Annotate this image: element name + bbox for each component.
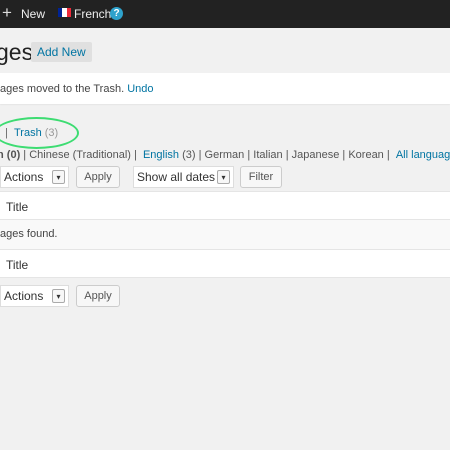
date-filter-select[interactable]: Show all dates ▾: [133, 166, 234, 188]
notice-text: ages moved to the Trash.: [0, 83, 125, 95]
page-title: ges: [0, 39, 34, 65]
lang-chinese-traditional[interactable]: Chinese (Traditional): [29, 149, 131, 161]
bulk-actions-value: Actions: [4, 170, 44, 184]
new-content-link[interactable]: New: [21, 7, 45, 21]
lang-all[interactable]: All languages: [396, 149, 450, 161]
lang-prefix-count: (0): [6, 149, 21, 161]
highlight-circle: [0, 117, 79, 149]
language-filter: n (0) | Chinese (Traditional) | English …: [0, 149, 450, 161]
empty-message: ages found.: [0, 228, 58, 240]
add-new-button[interactable]: Add New: [31, 42, 92, 62]
lang-japanese[interactable]: Japanese: [292, 149, 340, 161]
date-filter-value: Show all dates: [137, 170, 216, 184]
bulk-actions-value: Actions: [4, 289, 44, 303]
undo-link[interactable]: Undo: [127, 83, 153, 95]
title-column-footer[interactable]: Title: [6, 258, 28, 272]
lang-german[interactable]: German: [205, 149, 245, 161]
admin-bar: + New French ?: [0, 0, 450, 28]
lang-italian[interactable]: Italian: [253, 149, 282, 161]
bulk-actions-select-bottom[interactable]: Actions ▾: [0, 285, 69, 307]
table-footer: Title: [0, 249, 450, 278]
chevron-down-icon: ▾: [52, 170, 65, 184]
chevron-down-icon: ▾: [217, 170, 230, 184]
lang-prefix: n: [0, 149, 4, 161]
apply-button-top[interactable]: Apply: [76, 166, 120, 188]
lang-english[interactable]: English: [143, 149, 179, 161]
title-column-header[interactable]: Title: [6, 200, 28, 214]
apply-button-bottom[interactable]: Apply: [76, 285, 120, 307]
lang-english-count: (3): [182, 149, 196, 161]
table-header: Title: [0, 191, 450, 220]
lang-korean[interactable]: Korean: [348, 149, 383, 161]
help-icon[interactable]: ?: [110, 7, 123, 20]
bulk-actions-select-top[interactable]: Actions ▾: [0, 166, 69, 188]
plus-icon[interactable]: +: [2, 3, 12, 23]
chevron-down-icon: ▾: [52, 289, 65, 303]
filter-button[interactable]: Filter: [240, 166, 282, 188]
table-row-empty: ages found.: [0, 220, 450, 250]
french-flag-icon[interactable]: [58, 8, 71, 17]
language-switcher[interactable]: French: [74, 7, 111, 21]
trash-notice: ages moved to the Trash. Undo: [0, 73, 450, 104]
